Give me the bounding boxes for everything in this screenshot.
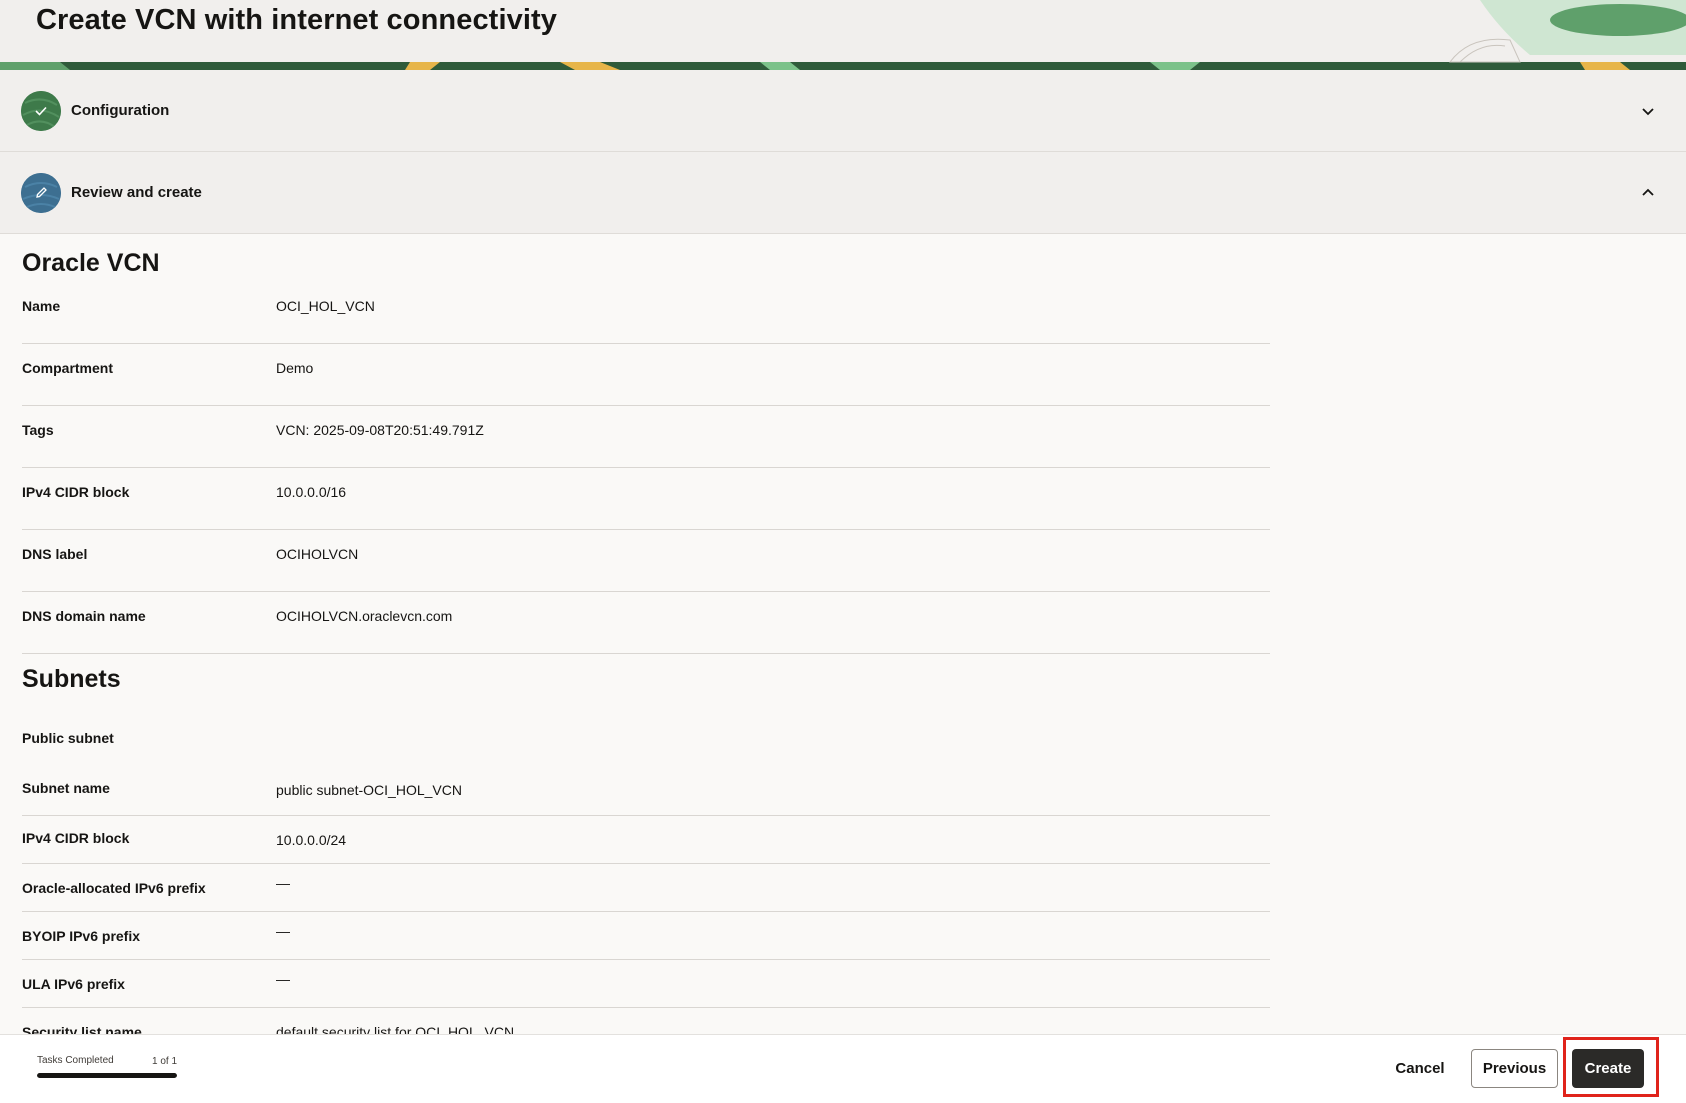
row-value: 10.0.0.0/16 xyxy=(276,484,347,500)
step-completed-badge xyxy=(21,90,61,131)
row-value: public subnet-OCI_HOL_VCN xyxy=(276,782,462,798)
review-row: Tags VCN: 2025-09-08T20:51:49.791Z xyxy=(22,406,1270,468)
row-key: DNS label xyxy=(22,546,88,562)
row-value: — xyxy=(276,875,290,891)
row-key: Oracle-allocated IPv6 prefix xyxy=(22,880,206,896)
row-key: IPv4 CIDR block xyxy=(22,484,130,500)
review-row: BYOIP IPv6 prefix — xyxy=(22,912,1270,960)
tasks-completed-label: Tasks Completed xyxy=(37,1055,114,1066)
review-row: DNS domain name OCIHOLVCN.oraclevcn.com xyxy=(22,592,1270,654)
review-row: Compartment Demo xyxy=(22,344,1270,406)
row-key: Security list name xyxy=(22,1024,142,1034)
wizard-footer: Tasks Completed 1 of 1 Cancel Previous C… xyxy=(0,1034,1686,1103)
previous-button[interactable]: Previous xyxy=(1471,1049,1558,1088)
review-content: Oracle VCN Name OCI_HOL_VCN Compartment … xyxy=(0,234,1686,1034)
step-label: Configuration xyxy=(71,102,170,119)
row-value: OCIHOLVCN.oraclevcn.com xyxy=(276,608,453,624)
row-value: Demo xyxy=(276,360,314,376)
row-key: Name xyxy=(22,298,61,314)
tasks-completed-count: 1 of 1 xyxy=(152,1056,178,1067)
row-value: OCIHOLVCN xyxy=(276,546,359,562)
row-value: 10.0.0.0/24 xyxy=(276,832,347,848)
pencil-icon xyxy=(21,172,61,213)
review-row: IPv4 CIDR block 10.0.0.0/24 xyxy=(22,816,1270,864)
step-configuration[interactable]: Configuration xyxy=(0,70,1686,152)
step-current-badge xyxy=(21,172,61,213)
review-row: IPv4 CIDR block 10.0.0.0/16 xyxy=(22,468,1270,530)
row-key: DNS domain name xyxy=(22,608,146,624)
row-key: IPv4 CIDR block xyxy=(22,830,130,846)
review-row: ULA IPv6 prefix — xyxy=(22,960,1270,1008)
row-key: Compartment xyxy=(22,360,114,376)
section-title-oracle-vcn: Oracle VCN xyxy=(22,249,160,277)
tasks-progress-bar xyxy=(37,1073,177,1078)
public-subnet-label: Public subnet xyxy=(22,730,114,746)
section-title-subnets: Subnets xyxy=(22,665,121,693)
row-value: VCN: 2025-09-08T20:51:49.791Z xyxy=(276,422,484,438)
row-key: ULA IPv6 prefix xyxy=(22,976,125,992)
row-value: — xyxy=(276,971,290,987)
cancel-button[interactable]: Cancel xyxy=(1386,1049,1454,1088)
review-row: DNS label OCIHOLVCN xyxy=(22,530,1270,592)
review-row: Subnet name public subnet-OCI_HOL_VCN xyxy=(22,766,1270,816)
review-row: Oracle-allocated IPv6 prefix — xyxy=(22,864,1270,912)
review-row: Name OCI_HOL_VCN xyxy=(22,282,1270,344)
step-review-and-create[interactable]: Review and create xyxy=(0,152,1686,234)
row-key: BYOIP IPv6 prefix xyxy=(22,928,141,944)
step-label: Review and create xyxy=(71,184,202,201)
row-value: OCI_HOL_VCN xyxy=(276,298,375,314)
row-key: Subnet name xyxy=(22,780,110,796)
review-row: Security list name default security list… xyxy=(22,1008,1270,1034)
chevron-up-icon[interactable] xyxy=(1640,185,1656,201)
check-icon xyxy=(21,90,61,131)
chevron-down-icon[interactable] xyxy=(1640,103,1656,119)
row-value: default security list for OCI_HOL_VCN xyxy=(276,1024,515,1034)
create-button[interactable]: Create xyxy=(1572,1049,1644,1088)
row-key: Tags xyxy=(22,422,54,438)
page-header: Create VCN with internet connectivity xyxy=(0,0,1686,70)
page-title: Create VCN with internet connectivity xyxy=(36,4,557,36)
tasks-progress-fill xyxy=(37,1073,177,1078)
row-value: — xyxy=(276,923,290,939)
